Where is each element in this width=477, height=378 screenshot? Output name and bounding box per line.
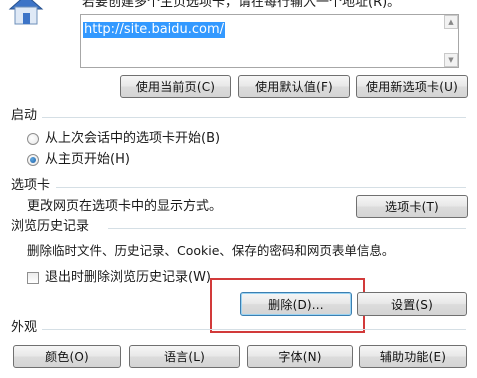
homepage-url-textarea[interactable]: http://site.baidu.com/ ▲ ▼	[80, 14, 459, 68]
use-default-button[interactable]: 使用默认值(F)	[238, 75, 350, 98]
appearance-title: 外观	[11, 320, 38, 335]
scroll-down-arrow[interactable]: ▼	[444, 53, 458, 67]
colors-button[interactable]: 颜色(O)	[13, 345, 121, 368]
use-current-page-button[interactable]: 使用当前页(C)	[120, 75, 231, 98]
homepage-url-value: http://site.baidu.com/	[83, 22, 226, 38]
homepage-instruction: 若要创建多个主页选项卡，请在每行输入一个地址(R)。	[82, 0, 401, 10]
languages-button[interactable]: 语言(L)	[129, 345, 240, 368]
tabs-separator	[56, 187, 466, 188]
delete-history-button[interactable]: 删除(D)...	[240, 292, 352, 316]
history-description: 删除临时文件、历史记录、Cookie、保存的密码和网页表单信息。	[27, 243, 395, 258]
delete-on-exit-label[interactable]: 退出时删除浏览历史记录(W)	[45, 270, 211, 286]
accessibility-button[interactable]: 辅助功能(E)	[359, 345, 467, 368]
radio-selected-dot	[30, 157, 36, 163]
use-new-tab-button[interactable]: 使用新选项卡(U)	[356, 75, 468, 98]
history-separator	[108, 228, 466, 229]
radio-home-page[interactable]	[27, 154, 39, 166]
history-title: 浏览历史记录	[11, 219, 90, 234]
scroll-up-arrow[interactable]: ▲	[444, 15, 458, 29]
history-settings-button[interactable]: 设置(S)	[357, 292, 467, 316]
radio-last-session-label[interactable]: 从上次会话中的选项卡开始(B)	[45, 131, 220, 147]
fonts-button[interactable]: 字体(N)	[247, 345, 353, 368]
house-icon	[6, 0, 46, 26]
delete-on-exit-checkbox[interactable]	[27, 272, 39, 284]
tabs-button[interactable]: 选项卡(T)	[356, 195, 468, 218]
radio-last-session[interactable]	[27, 133, 39, 145]
tabs-description: 更改网页在选项卡中的显示方式。	[27, 199, 223, 214]
appearance-separator	[42, 329, 466, 330]
radio-home-page-label[interactable]: 从主页开始(H)	[45, 152, 130, 168]
startup-title: 启动	[11, 108, 38, 123]
startup-separator	[42, 117, 466, 118]
tabs-title: 选项卡	[11, 178, 51, 193]
